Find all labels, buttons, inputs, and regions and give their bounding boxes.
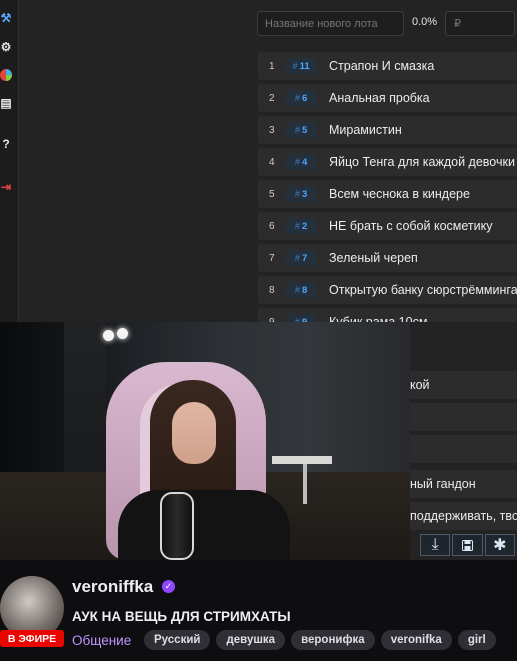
percent-label: 0.0% (412, 16, 438, 28)
lot-row[interactable]: 9 #9 Кубик рама 10см (258, 308, 517, 322)
lot-number: 6 (269, 220, 275, 232)
streamer-name[interactable]: veroniffka (72, 577, 153, 597)
hash-icon: # (294, 124, 300, 136)
lot-name: Всем чеснока в киндере (329, 187, 470, 201)
save-icon (461, 539, 473, 551)
hash-icon: # (294, 188, 300, 200)
bug-button[interactable]: ✱ (484, 534, 515, 556)
webcam-video (0, 322, 410, 560)
lot-number: 3 (269, 124, 275, 136)
hash-icon: # (294, 92, 300, 104)
lot-list: 1 #11 Страпон И смазка 2 #6 Анальная пробка 3 #… (258, 52, 517, 322)
pie-chart-icon[interactable] (0, 68, 12, 82)
hash-icon: # (294, 284, 300, 296)
download-button[interactable]: ⤓ (420, 534, 451, 556)
new-lot-input[interactable] (257, 11, 404, 36)
lot-name-partial: поддерживать, твои (410, 509, 517, 523)
stream-title: АУК НА ВЕЩЬ ДЛЯ СТРИМХАТЫ (72, 609, 291, 624)
ceiling-lamp (103, 330, 114, 341)
lot-id-badge: #6 (286, 90, 316, 106)
lot-number: 1 (269, 60, 275, 72)
lot-row-partial[interactable]: поддерживать, твои (410, 502, 517, 530)
lot-name: Мирамистин (329, 123, 402, 137)
auction-app-under-webcam: кой ный гандон поддерживать, твои ⤓ ✱ (410, 322, 517, 560)
lot-id-badge: #3 (286, 186, 316, 202)
lot-row[interactable]: 4 #4 Яйцо Тенга для каждой девочки (258, 148, 517, 176)
hash-icon: # (294, 156, 300, 168)
lot-number: 8 (269, 284, 275, 296)
lot-row[interactable]: 1 #11 Страпон И смазка (258, 52, 517, 80)
lot-name-partial: кой (410, 378, 430, 392)
lot-row-partial[interactable] (410, 403, 517, 431)
document-icon[interactable]: ▤ (0, 96, 12, 110)
lot-row[interactable]: 5 #3 Всем чеснока в киндере (258, 180, 517, 208)
lot-id-value: 8 (302, 284, 308, 296)
webcam-table-leg (303, 464, 307, 504)
price-input[interactable] (445, 11, 515, 36)
gear-icon[interactable]: ⚙ (0, 40, 12, 54)
lot-id-value: 4 (302, 156, 308, 168)
verified-icon: ✓ (162, 580, 175, 593)
streamer-body (118, 490, 290, 560)
tag-chip[interactable]: Русский (144, 630, 211, 650)
lot-id-badge: #5 (286, 122, 316, 138)
logout-icon[interactable]: ⇥ (0, 180, 12, 194)
sidebar: ⚒ ⚙ ▤ ? ⇥ (0, 0, 19, 322)
lot-name: Яйцо Тенга для каждой девочки (329, 155, 515, 169)
lot-row-partial[interactable] (410, 435, 517, 463)
lot-id-badge: #9 (286, 314, 316, 322)
lot-number: 7 (269, 252, 275, 264)
lot-id-badge: #7 (286, 250, 316, 266)
save-button[interactable] (452, 534, 483, 556)
lot-id-badge: #8 (286, 282, 316, 298)
lot-id-value: 5 (302, 124, 308, 136)
streamer-face (172, 402, 216, 464)
ceiling-lamp (117, 328, 128, 339)
webcam-table (272, 456, 332, 464)
lot-id-badge: #2 (286, 218, 316, 234)
lot-id-badge: #4 (286, 154, 316, 170)
bug-icon: ✱ (493, 537, 507, 554)
lot-row[interactable]: 8 #8 Открытую банку сюрстрёмминга (258, 276, 517, 304)
lot-id-value: 3 (302, 188, 308, 200)
category-link[interactable]: Общение (72, 633, 131, 648)
auction-app: ⚒ ⚙ ▤ ? ⇥ 0.0% 1#11Страпон И смазка2#6Ан… (0, 0, 517, 322)
lot-row[interactable]: 2 #6 Анальная пробка (258, 84, 517, 112)
lot-row[interactable]: 3 #5 Мирамистин (258, 116, 517, 144)
lot-number: 5 (269, 188, 275, 200)
download-icon: ⤓ (431, 536, 439, 553)
lot-id-value: 7 (302, 252, 308, 264)
lot-name: НЕ брать с собой косметику (329, 219, 493, 233)
live-badge: В ЭФИРЕ (0, 630, 64, 647)
lot-id-value: 11 (299, 60, 310, 72)
stream-info-bar: В ЭФИРЕ veroniffka ✓ АУК НА ВЕЩЬ ДЛЯ СТР… (0, 560, 517, 661)
hammer-icon[interactable]: ⚒ (0, 11, 12, 25)
lot-row[interactable]: 7 #7 Зеленый череп (258, 244, 517, 272)
help-icon[interactable]: ? (0, 137, 12, 151)
lot-row-partial[interactable]: кой (410, 371, 517, 399)
lot-id-value: 2 (302, 220, 308, 232)
lot-id-badge: #11 (286, 58, 316, 74)
lot-id-value: 6 (302, 92, 308, 104)
hash-icon: # (294, 252, 300, 264)
lot-number: 4 (269, 156, 275, 168)
tag-chip[interactable]: veronifka (380, 630, 452, 650)
lot-name-partial: ный гандон (410, 477, 476, 491)
tag-list: Русский девушка веронифка veronifka girl (144, 630, 502, 650)
lot-name: Страпон И смазка (329, 59, 435, 73)
tag-chip[interactable]: девушка (216, 630, 286, 650)
hash-icon: # (294, 220, 300, 232)
microphone (160, 492, 194, 560)
lot-name: Анальная пробка (329, 91, 430, 105)
tag-chip[interactable]: веронифка (291, 630, 375, 650)
lot-number: 2 (269, 92, 275, 104)
lot-name: Кубик рама 10см (329, 315, 428, 322)
lot-name: Зеленый череп (329, 251, 418, 265)
lot-row[interactable]: 6 #2 НЕ брать с собой косметику (258, 212, 517, 240)
lot-name: Открытую банку сюрстрёмминга (329, 283, 517, 297)
tag-chip[interactable]: girl (457, 630, 496, 650)
lot-row-partial[interactable]: ный гандон (410, 470, 517, 498)
toolbar: ⤓ ✱ (420, 534, 517, 556)
hash-icon: # (292, 60, 298, 72)
